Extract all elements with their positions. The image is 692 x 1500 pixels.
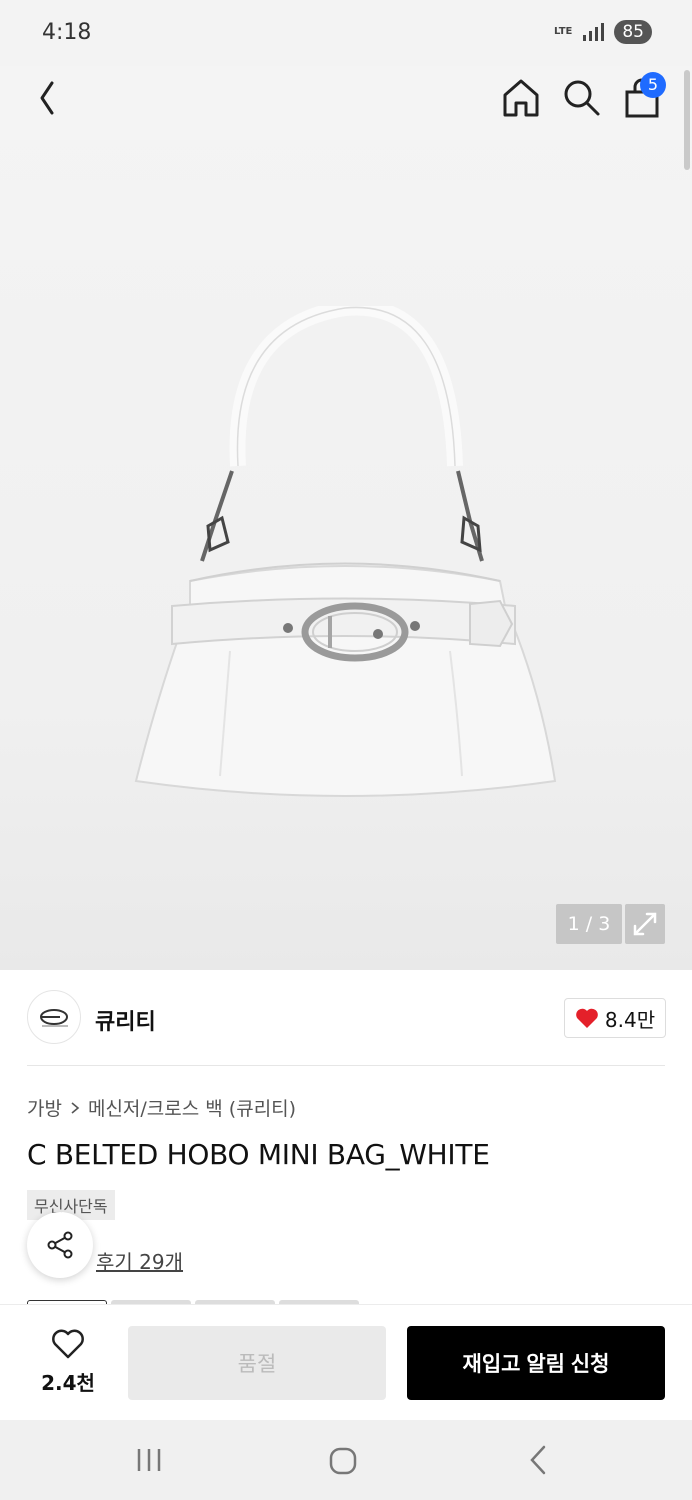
status-bar: 4:18 LTE 85 (0, 0, 692, 66)
divider (27, 1065, 665, 1066)
search-button[interactable] (560, 76, 602, 118)
home-icon (503, 79, 539, 117)
brand-logo-icon (40, 1009, 68, 1027)
home-button[interactable] (500, 76, 542, 118)
search-icon (564, 80, 600, 116)
heart-filled-icon (576, 1008, 598, 1028)
brand-like-button[interactable]: 8.4만 (564, 998, 666, 1038)
breadcrumb-subcategory[interactable]: 메신저/크로스 백 (큐리티) (88, 1094, 296, 1121)
expand-icon (633, 912, 657, 936)
cart-button[interactable]: 5 (620, 72, 666, 120)
brand-row: 큐리티 8.4만 (0, 970, 692, 1066)
scrollbar[interactable] (684, 70, 690, 170)
product-title: C BELTED HOBO MINI BAG_WHITE (27, 1138, 490, 1171)
chevron-left-icon (40, 81, 54, 115)
back-button[interactable] (26, 76, 70, 120)
brand-logo[interactable] (27, 990, 81, 1044)
signal-icon (583, 23, 605, 41)
cart-count-badge: 5 (640, 72, 666, 98)
product-image-gallery[interactable]: 5 1 / 3 (0, 66, 692, 970)
share-icon (47, 1231, 73, 1259)
bottom-action-bar: 2.4천 품절 재입고 알림 신청 (0, 1304, 692, 1420)
status-indicators: LTE 85 (554, 20, 652, 44)
expand-image-button[interactable] (625, 904, 665, 944)
share-button[interactable] (27, 1212, 93, 1278)
brand-name[interactable]: 큐리티 (95, 1004, 156, 1036)
product-photo (134, 306, 557, 797)
restock-alert-button[interactable]: 재입고 알림 신청 (407, 1326, 665, 1400)
breadcrumb-category[interactable]: 가방 (27, 1094, 62, 1121)
wishlist-count: 2.4천 (41, 1371, 95, 1395)
system-back-icon[interactable] (524, 1444, 552, 1476)
battery-indicator: 85 (614, 20, 652, 44)
review-link[interactable]: 후기 29개 (96, 1246, 183, 1275)
recent-apps-icon[interactable] (134, 1446, 164, 1474)
heart-outline-icon (52, 1329, 84, 1359)
brand-like-count: 8.4만 (604, 1007, 656, 1032)
chevron-right-icon (71, 1101, 80, 1114)
network-label: LTE (553, 26, 573, 37)
status-time: 4:18 (42, 20, 92, 45)
system-navigation-bar (0, 1420, 692, 1500)
breadcrumb: 가방 메신저/크로스 백 (큐리티) (27, 1094, 296, 1121)
wishlist-button[interactable]: 2.4천 (28, 1329, 108, 1399)
system-home-icon[interactable] (328, 1446, 358, 1476)
gallery-page-indicator: 1 / 3 (556, 904, 622, 944)
sold-out-button[interactable]: 품절 (128, 1326, 386, 1400)
